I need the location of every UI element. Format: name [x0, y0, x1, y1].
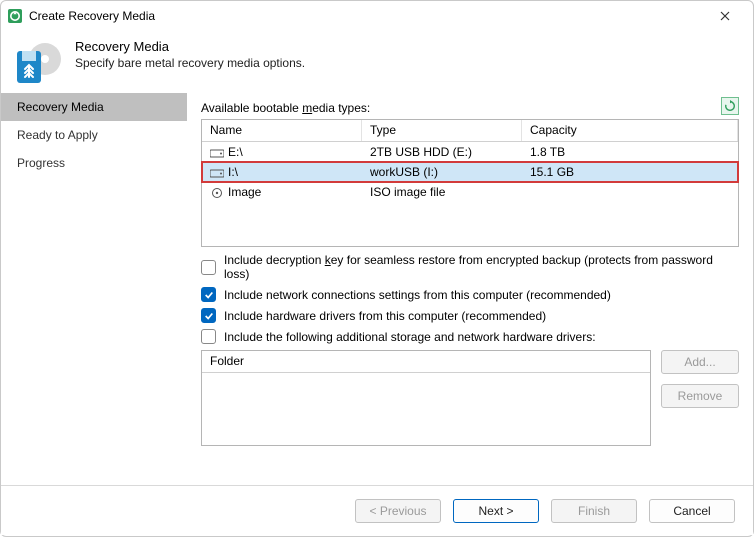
- checkbox-label: Include hardware drivers from this compu…: [224, 309, 546, 323]
- finish-button[interactable]: Finish: [551, 499, 637, 523]
- drive-icon: [210, 147, 224, 157]
- table-header: Name Type Capacity: [202, 120, 738, 142]
- checkbox-icon: [201, 308, 216, 323]
- wizard-body: Recovery Media Ready to Apply Progress A…: [1, 93, 753, 485]
- cell-type: workUSB (I:): [362, 163, 522, 181]
- page-title: Recovery Media: [75, 39, 305, 54]
- checkbox-include-decryption-key[interactable]: Include decryption key for seamless rest…: [201, 253, 739, 281]
- column-header-type[interactable]: Type: [362, 120, 522, 141]
- cell-name: E:\: [228, 145, 243, 159]
- app-icon: [7, 8, 23, 24]
- sidebar-item-recovery-media[interactable]: Recovery Media: [1, 93, 187, 121]
- table-row[interactable]: E:\ 2TB USB HDD (E:) 1.8 TB: [202, 142, 738, 162]
- column-header-folder[interactable]: Folder: [202, 351, 650, 373]
- folder-table: Folder: [201, 350, 651, 446]
- main-panel: Available bootable media types: Name Typ…: [187, 93, 753, 485]
- cell-capacity: 1.8 TB: [522, 143, 738, 161]
- checkbox-include-additional-drivers[interactable]: Include the following additional storage…: [201, 329, 739, 344]
- media-table: Name Type Capacity E:\ 2TB USB HDD (E:) …: [201, 119, 739, 247]
- checkbox-icon: [201, 287, 216, 302]
- recovery-media-icon: [15, 37, 63, 85]
- table-row[interactable]: Image ISO image file: [202, 182, 738, 202]
- iso-icon: [210, 187, 224, 197]
- checkbox-include-network[interactable]: Include network connections settings fro…: [201, 287, 739, 302]
- remove-button[interactable]: Remove: [661, 384, 739, 408]
- window-title: Create Recovery Media: [29, 9, 703, 23]
- sidebar-item-progress[interactable]: Progress: [1, 149, 187, 177]
- next-button[interactable]: Next >: [453, 499, 539, 523]
- close-button[interactable]: [703, 2, 747, 30]
- checkbox-label: Include the following additional storage…: [224, 330, 596, 344]
- sidebar-item-label: Ready to Apply: [17, 128, 98, 142]
- column-header-capacity[interactable]: Capacity: [522, 120, 738, 141]
- additional-drivers-panel: Folder Add... Remove: [201, 350, 739, 446]
- available-media-label: Available bootable media types:: [201, 101, 739, 115]
- checkbox-label: Include decryption key for seamless rest…: [224, 253, 739, 281]
- previous-button[interactable]: < Previous: [355, 499, 441, 523]
- cell-capacity: [522, 190, 738, 194]
- checkbox-include-drivers[interactable]: Include hardware drivers from this compu…: [201, 308, 739, 323]
- cell-name: Image: [228, 185, 261, 199]
- cell-type: ISO image file: [362, 183, 522, 201]
- cell-capacity: 15.1 GB: [522, 163, 738, 181]
- cancel-button[interactable]: Cancel: [649, 499, 735, 523]
- table-row[interactable]: I:\ workUSB (I:) 15.1 GB: [202, 162, 738, 182]
- wizard-footer: < Previous Next > Finish Cancel: [1, 485, 753, 535]
- folder-buttons: Add... Remove: [661, 350, 739, 446]
- wizard-header: Recovery Media Specify bare metal recove…: [1, 31, 753, 93]
- titlebar: Create Recovery Media: [1, 1, 753, 31]
- drive-icon: [210, 167, 224, 177]
- checkbox-icon: [201, 329, 216, 344]
- checkbox-label: Include network connections settings fro…: [224, 288, 611, 302]
- sidebar-item-label: Recovery Media: [17, 100, 104, 114]
- refresh-button[interactable]: [721, 97, 739, 115]
- cell-name: I:\: [228, 165, 238, 179]
- add-button[interactable]: Add...: [661, 350, 739, 374]
- sidebar-item-label: Progress: [17, 156, 65, 170]
- cell-type: 2TB USB HDD (E:): [362, 143, 522, 161]
- checkbox-icon: [201, 260, 216, 275]
- column-header-name[interactable]: Name: [202, 120, 362, 141]
- sidebar-item-ready-to-apply[interactable]: Ready to Apply: [1, 121, 187, 149]
- page-subtitle: Specify bare metal recovery media option…: [75, 56, 305, 70]
- wizard-steps-sidebar: Recovery Media Ready to Apply Progress: [1, 93, 187, 485]
